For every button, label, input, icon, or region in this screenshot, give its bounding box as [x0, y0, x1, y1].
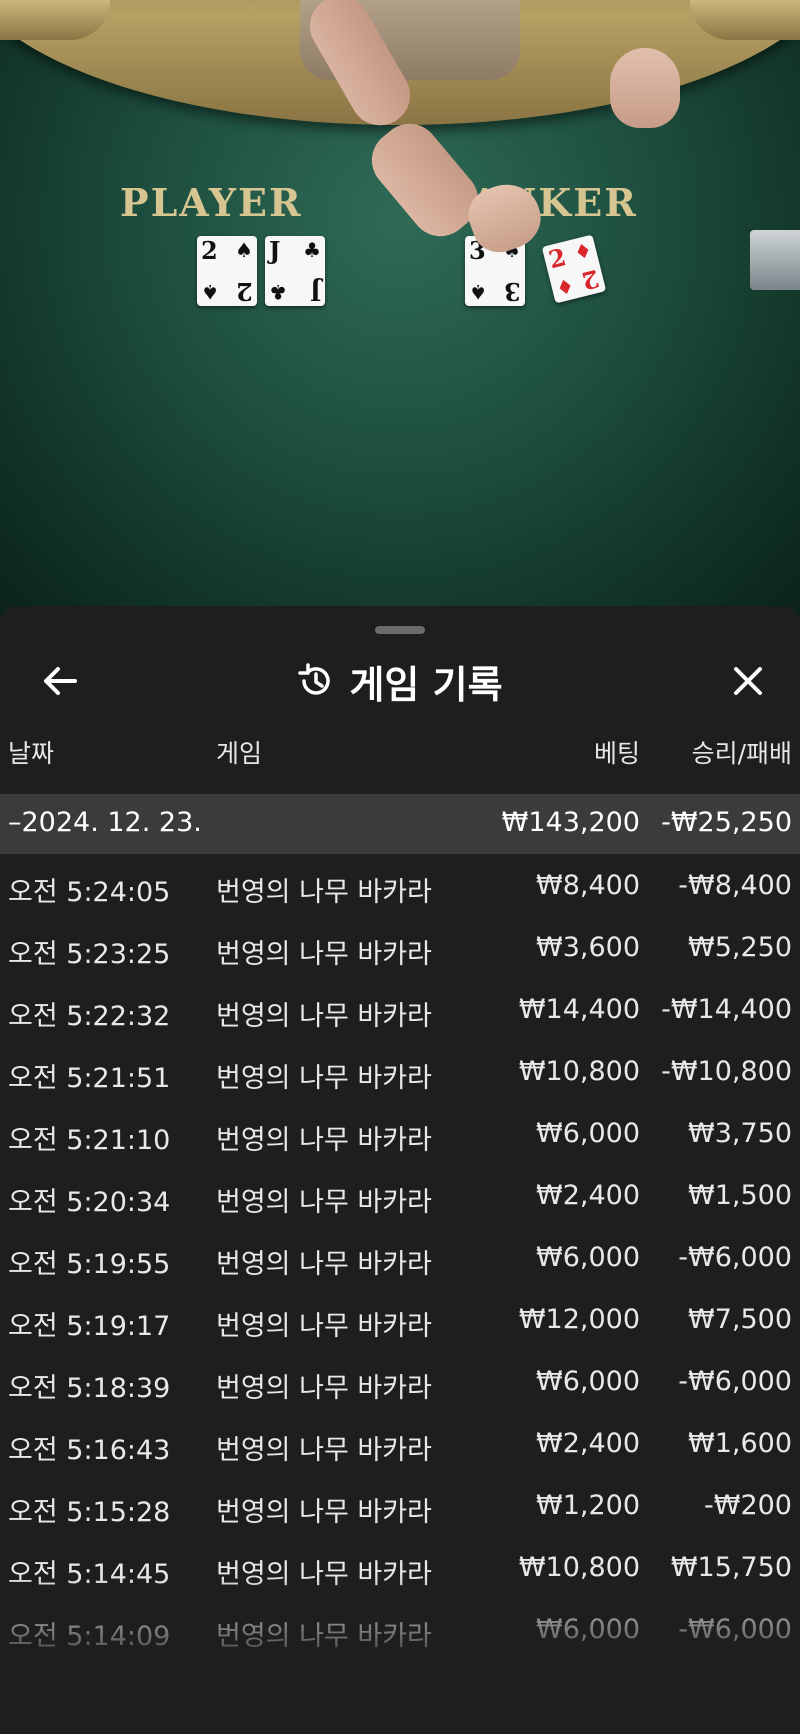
row-bet-amount: ₩2,400 [536, 1428, 640, 1459]
row-bet-amount: ₩6,000 [536, 1366, 640, 1397]
row-game-name: 번영의 나무 바카라 [216, 1001, 432, 1032]
row-game-name: 번영의 나무 바카라 [216, 1435, 432, 1466]
row-game-name: 번영의 나무 바카라 [216, 1249, 432, 1280]
row-bet-amount: ₩2,400 [536, 1180, 640, 1211]
row-bet-amount: ₩8,400 [536, 870, 640, 901]
row-result-amount: -₩6,000 [678, 1242, 792, 1273]
row-bet-amount: ₩6,000 [536, 1118, 640, 1149]
date-group-date: –2024. 12. 23. [8, 807, 202, 838]
row-time: 오전 5:15:28 [8, 1497, 171, 1528]
row-bet-amount: ₩6,000 [536, 1242, 640, 1273]
row-bet-amount: ₩1,200 [536, 1490, 640, 1521]
row-result-amount: -₩10,800 [661, 1056, 792, 1087]
row-bet-amount: ₩6,000 [536, 1614, 640, 1645]
table-column-headers: 날짜 게임 베팅 승리/패배 [0, 734, 800, 784]
row-game-name: 번영의 나무 바카라 [216, 1373, 432, 1404]
row-time: 오전 5:14:45 [8, 1559, 171, 1590]
history-clock-icon [298, 663, 331, 695]
close-icon [734, 667, 762, 695]
row-time: 오전 5:21:51 [8, 1063, 171, 1094]
row-game-name: 번영의 나무 바카라 [216, 1621, 432, 1652]
sheet-header: 게임 기록 [0, 646, 800, 716]
row-bet-amount: ₩3,600 [536, 932, 640, 963]
history-row[interactable]: 오전 5:19:55 번영의 나무 바카라 ₩6,000 -₩6,000 [0, 1226, 800, 1288]
row-time: 오전 5:24:05 [8, 877, 171, 908]
player-card-1: 2 ♠ 2 ♠ [197, 236, 257, 306]
history-row[interactable]: 오전 5:20:34 번영의 나무 바카라 ₩2,400 ₩1,500 [0, 1164, 800, 1226]
row-result-amount: ₩1,600 [688, 1428, 792, 1459]
row-result-amount: -₩200 [704, 1490, 792, 1521]
row-time: 오전 5:23:25 [8, 939, 171, 970]
row-result-amount: -₩6,000 [678, 1614, 792, 1645]
date-group-bet-total: ₩143,200 [501, 807, 640, 838]
row-time: 오전 5:14:09 [8, 1621, 171, 1652]
row-result-amount: -₩8,400 [678, 870, 792, 901]
row-result-amount: -₩14,400 [661, 994, 792, 1025]
history-row[interactable]: 오전 5:21:51 번영의 나무 바카라 ₩10,800 -₩10,800 [0, 1040, 800, 1102]
row-result-amount: ₩15,750 [670, 1552, 792, 1583]
column-header-game[interactable]: 게임 [216, 734, 262, 770]
row-result-amount: ₩7,500 [688, 1304, 792, 1335]
row-game-name: 번영의 나무 바카라 [216, 1497, 432, 1528]
row-game-name: 번영의 나무 바카라 [216, 1187, 432, 1218]
date-group-row[interactable]: –2024. 12. 23. ₩143,200 -₩25,250 [0, 794, 800, 854]
row-result-amount: -₩6,000 [678, 1366, 792, 1397]
column-header-date[interactable]: 날짜 [8, 734, 54, 770]
row-game-name: 번영의 나무 바카라 [216, 1125, 432, 1156]
history-row[interactable]: 오전 5:19:17 번영의 나무 바카라 ₩12,000 ₩7,500 [0, 1288, 800, 1350]
row-bet-amount: ₩14,400 [518, 994, 640, 1025]
history-list: 오전 5:24:05 번영의 나무 바카라 ₩8,400 -₩8,400 오전 5:23… [0, 854, 800, 1660]
column-header-result[interactable]: 승리/패배 [692, 734, 792, 770]
game-history-sheet: 게임 기록 날짜 게임 베팅 승리/패배 –2024. 12. 23. ₩143… [0, 606, 800, 1734]
drag-handle[interactable] [375, 626, 425, 634]
dealer-hand-resting [610, 48, 680, 128]
player-card-2: J ♣ J ♣ [265, 236, 325, 306]
history-row[interactable]: 오전 5:22:32 번영의 나무 바카라 ₩14,400 -₩14,400 [0, 978, 800, 1040]
row-bet-amount: ₩10,800 [518, 1056, 640, 1087]
column-header-bet[interactable]: 베팅 [594, 734, 640, 770]
history-row[interactable]: 오전 5:14:09 번영의 나무 바카라 ₩6,000 -₩6,000 [0, 1598, 800, 1660]
row-game-name: 번영의 나무 바카라 [216, 1063, 432, 1094]
row-time: 오전 5:19:17 [8, 1311, 171, 1342]
row-bet-amount: ₩10,800 [518, 1552, 640, 1583]
close-button[interactable] [718, 656, 778, 706]
row-time: 오전 5:16:43 [8, 1435, 171, 1466]
row-bet-amount: ₩12,000 [518, 1304, 640, 1335]
banker-card-2: 2 ♦ 2 ♦ [541, 234, 607, 304]
row-result-amount: ₩5,250 [688, 932, 792, 963]
history-row[interactable]: 오전 5:21:10 번영의 나무 바카라 ₩6,000 ₩3,750 [0, 1102, 800, 1164]
row-game-name: 번영의 나무 바카라 [216, 939, 432, 970]
sheet-title: 게임 기록 [349, 662, 503, 707]
history-row[interactable]: 오전 5:15:28 번영의 나무 바카라 ₩1,200 -₩200 [0, 1474, 800, 1536]
history-row[interactable]: 오전 5:18:39 번영의 나무 바카라 ₩6,000 -₩6,000 [0, 1350, 800, 1412]
row-time: 오전 5:19:55 [8, 1249, 171, 1280]
history-row[interactable]: 오전 5:16:43 번영의 나무 바카라 ₩2,400 ₩1,600 [0, 1412, 800, 1474]
row-result-amount: ₩1,500 [688, 1180, 792, 1211]
card-shoe [750, 230, 800, 290]
history-row[interactable]: 오전 5:14:45 번영의 나무 바카라 ₩10,800 ₩15,750 [0, 1536, 800, 1598]
live-table-video: PLAYER ANKER 2 ♠ 2 ♠ J ♣ J ♣ 3 ♠ 3 ♠ 2 ♦… [0, 0, 800, 620]
date-group-result-total: -₩25,250 [661, 807, 792, 838]
history-row[interactable]: 오전 5:23:25 번영의 나무 바카라 ₩3,600 ₩5,250 [0, 916, 800, 978]
row-time: 오전 5:22:32 [8, 1001, 171, 1032]
player-area-label: PLAYER [120, 180, 303, 225]
row-game-name: 번영의 나무 바카라 [216, 877, 432, 908]
history-row[interactable]: 오전 5:24:05 번영의 나무 바카라 ₩8,400 -₩8,400 [0, 854, 800, 916]
row-game-name: 번영의 나무 바카라 [216, 1311, 432, 1342]
row-time: 오전 5:20:34 [8, 1187, 171, 1218]
title-group: 게임 기록 [0, 646, 800, 716]
row-time: 오전 5:21:10 [8, 1125, 171, 1156]
row-time: 오전 5:18:39 [8, 1373, 171, 1404]
row-game-name: 번영의 나무 바카라 [216, 1559, 432, 1590]
row-result-amount: ₩3,750 [688, 1118, 792, 1149]
